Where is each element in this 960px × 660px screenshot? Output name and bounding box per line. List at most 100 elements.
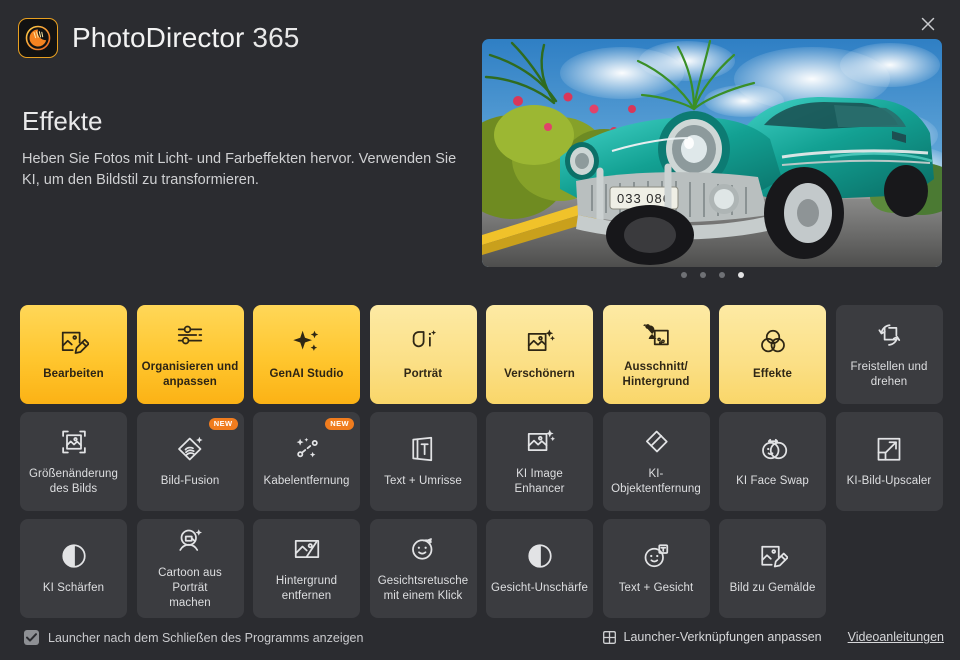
close-icon [921, 17, 935, 31]
feature-tile-label: Gesicht-Unschärfe [491, 582, 588, 594]
wire-removal-icon [292, 432, 322, 466]
sharpen-icon [59, 539, 89, 573]
hero-carousel-image[interactable]: 033 086 [482, 39, 942, 267]
feature-tile-label: Porträt [403, 368, 443, 380]
upscale-icon [874, 432, 904, 466]
feature-tile[interactable]: Gesicht-Unschärfe [486, 519, 593, 618]
feature-tile-label: Gesichtsretusche mit einem Klick [377, 574, 469, 602]
feature-tile[interactable]: GenAI Studio [253, 305, 360, 404]
feature-tile[interactable]: KI Image Enhancer [486, 412, 593, 511]
feature-tile[interactable]: Text + Umrisse [369, 412, 477, 511]
image-sparkle-icon [525, 325, 555, 359]
video-tutorials-link[interactable]: Videoanleitungen [848, 630, 944, 644]
footer-bar: Launcher nach dem Schließen des Programm… [0, 620, 960, 660]
feature-tile[interactable]: Gesichtsretusche mit einem Klick [369, 519, 477, 618]
feature-tile[interactable]: Text + Gesicht [602, 519, 710, 618]
title-bar: PhotoDirector 365 [0, 0, 960, 58]
crop-rotate-icon [874, 318, 904, 352]
sliders-icon [175, 318, 205, 352]
feature-tile[interactable]: Kabelentfernung NEW [253, 412, 360, 511]
promo-text-block: Effekte Heben Sie Fotos mit Licht- und F… [22, 106, 477, 191]
new-badge: NEW [208, 418, 238, 430]
feature-tile[interactable]: Freistellen und drehen [835, 305, 943, 404]
carousel-dot-3[interactable] [718, 272, 725, 278]
grid-icon [602, 630, 616, 644]
feature-tile-label: Verschönern [504, 368, 575, 380]
image-fusion-icon [175, 432, 205, 466]
feature-tile[interactable]: Bild zu Gemälde [719, 519, 826, 618]
image-edit-icon [59, 325, 89, 359]
feature-tile-label: KI- Objektentfernung [611, 467, 701, 495]
close-button[interactable] [912, 8, 944, 40]
feature-tile-label: Hintergrund entfernen [275, 574, 338, 602]
remove-background-icon [292, 532, 322, 566]
vintage-car-photo: 033 086 [482, 39, 942, 267]
sparkles-icon [292, 325, 322, 359]
app-version: 365 [252, 22, 300, 53]
feature-tile-label: Freistellen und drehen [850, 360, 928, 388]
feature-tile-label: Bild zu Gemälde [729, 582, 816, 594]
feature-tile-label: Ausschnitt/Hintergrund [622, 360, 690, 388]
cartoon-portrait-icon [175, 524, 205, 558]
checkbox-label: Launcher nach dem Schließen des Programm… [48, 630, 364, 645]
feature-tile[interactable]: Effekte [719, 305, 826, 404]
photodirector-launcher-window: PhotoDirector 365 Effekte Heben Sie Foto… [0, 0, 960, 660]
feature-tile[interactable]: KI Schärfen [20, 519, 127, 618]
footer-links: Launcher-Verknüpfungen anpassen Videoanl… [602, 630, 944, 644]
customize-shortcuts-label: Launcher-Verknüpfungen anpassen [623, 630, 822, 644]
feature-tile-label: Organisieren und anpassen [141, 360, 239, 388]
eraser-icon [641, 425, 671, 459]
carousel-dot-1[interactable] [680, 272, 687, 278]
feature-tile-label: Bearbeiten [43, 368, 104, 380]
checkbox-box[interactable] [24, 630, 39, 645]
feature-tile[interactable]: Größenänderung des Bilds [20, 412, 127, 511]
feature-tile[interactable]: KI- Objektentfernung [602, 412, 710, 511]
feature-tile[interactable]: Bild-Fusion NEW [136, 412, 244, 511]
feature-tile-label: KI-Bild-Upscaler [846, 475, 932, 487]
feature-tile-label: KI Face Swap [736, 475, 809, 487]
show-launcher-checkbox[interactable]: Launcher nach dem Schließen des Programm… [24, 630, 363, 645]
feature-tile[interactable]: Organisieren und anpassen [136, 305, 244, 404]
carousel-dot-4[interactable] [737, 272, 744, 278]
feature-tile[interactable]: Cartoon aus Porträt machen [136, 519, 244, 618]
feature-tile-label: Kabelentfernung [263, 475, 350, 487]
feature-tile-label: KI Image Enhancer [514, 467, 565, 495]
video-tutorials-label: Videoanleitungen [847, 630, 944, 644]
carousel-dot-2[interactable] [699, 272, 706, 278]
promo-title: Effekte [22, 106, 103, 136]
feature-tile-label: KI Schärfen [42, 582, 105, 594]
feature-tile-label: Größenänderung des Bilds [29, 467, 118, 495]
image-enhance-icon [525, 425, 555, 459]
app-name: PhotoDirector [72, 22, 245, 53]
feature-tile-label: Bild-Fusion [160, 475, 220, 487]
feature-tile[interactable]: Ausschnitt/Hintergrund [602, 305, 710, 404]
feature-tile-label: Text + Umrisse [384, 475, 462, 487]
image-to-painting-icon [758, 539, 788, 573]
feature-tile-label: Text + Gesicht [618, 582, 694, 594]
feature-tile-grid: Bearbeiten Organisieren und anpassen Gen… [20, 305, 943, 618]
feature-tile-label: Effekte [752, 368, 793, 380]
photodirector-logo-icon [18, 18, 58, 58]
svg-text:033 086: 033 086 [617, 191, 671, 206]
brand: PhotoDirector 365 [18, 18, 299, 58]
feature-tile[interactable]: Bearbeiten [20, 305, 127, 404]
feature-tile-label: Cartoon aus Porträt machen [158, 567, 222, 609]
promo-description: Heben Sie Fotos mit Licht- und Farbeffek… [22, 151, 457, 188]
carousel-dots[interactable] [482, 272, 942, 278]
feature-tile[interactable]: Verschönern [486, 305, 593, 404]
feature-tile[interactable]: Hintergrund entfernen [253, 519, 360, 618]
feature-tile[interactable]: Porträt [369, 305, 477, 404]
feature-tile[interactable]: KI Face Swap [719, 412, 826, 511]
feature-tile-label: GenAI Studio [269, 368, 344, 380]
feature-tile[interactable]: KI-Bild-Upscaler [835, 412, 943, 511]
face-blur-icon [525, 539, 555, 573]
text-outline-icon [408, 432, 438, 466]
check-icon [26, 633, 37, 642]
face-retouch-icon [408, 532, 438, 566]
face-swap-icon [758, 432, 788, 466]
portrait-icon [408, 325, 438, 359]
new-badge: NEW [325, 418, 354, 430]
color-circles-icon [758, 325, 788, 359]
customize-shortcuts-link[interactable]: Launcher-Verknüpfungen anpassen [602, 630, 822, 644]
cutout-background-icon [641, 318, 671, 352]
